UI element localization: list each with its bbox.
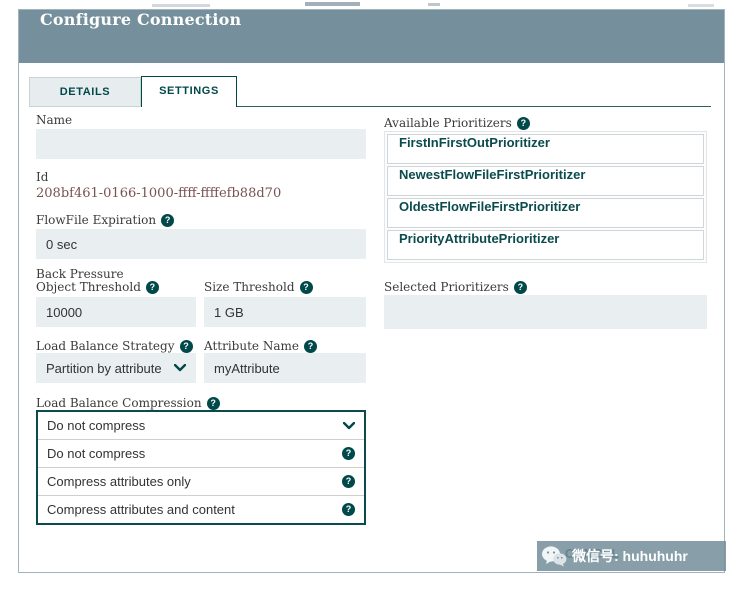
help-icon[interactable]: ? — [517, 117, 530, 130]
size-threshold-label: Size Threshold ? — [204, 280, 313, 294]
object-threshold-input[interactable] — [36, 297, 196, 327]
help-icon[interactable]: ? — [161, 214, 174, 227]
page: Configure Connection DETAILS SETTINGS Na… — [0, 0, 746, 591]
combo-option-compress-attributes-only[interactable]: Compress attributes only ? — [38, 467, 364, 495]
flowfile-expiration-input[interactable] — [36, 229, 366, 259]
help-icon[interactable]: ? — [207, 397, 220, 410]
load-balance-compression-label: Load Balance Compression ? — [36, 396, 220, 410]
help-icon[interactable]: ? — [342, 503, 355, 516]
available-prioritizers-label: Available Prioritizers ? — [384, 116, 530, 130]
clipped-background-text — [688, 4, 714, 7]
watermark: 微信号: huhuhuhr — [537, 541, 726, 571]
help-icon[interactable]: ? — [180, 340, 193, 353]
chevron-down-icon — [343, 422, 355, 430]
prioritizer-item[interactable]: FirstInFirstOutPrioritizer — [387, 134, 704, 164]
help-icon[interactable]: ? — [342, 475, 355, 488]
name-label: Name — [36, 113, 72, 127]
help-icon[interactable]: ? — [304, 340, 317, 353]
clipped-background-text — [428, 3, 440, 6]
size-threshold-input[interactable] — [204, 297, 366, 327]
back-pressure-group-label: Back Pressure — [36, 267, 124, 281]
selected-prioritizers-dropzone[interactable] — [384, 295, 707, 329]
load-balance-strategy-select[interactable]: Partition by attribute — [36, 353, 196, 383]
dialog-title: Configure Connection — [19, 10, 724, 29]
available-prioritizers-list: FirstInFirstOutPrioritizer NewestFlowFil… — [384, 131, 707, 263]
wechat-icon — [541, 545, 567, 567]
id-value: 208bf461-0166-1000-ffff-ffffefb88d70 — [36, 186, 281, 201]
help-icon[interactable]: ? — [342, 447, 355, 460]
prioritizer-item[interactable]: PriorityAttributePrioritizer — [387, 230, 704, 260]
configure-connection-dialog: Configure Connection DETAILS SETTINGS Na… — [18, 9, 725, 573]
name-input[interactable] — [36, 129, 366, 159]
load-balance-strategy-label: Load Balance Strategy ? — [36, 339, 193, 353]
tab-settings[interactable]: SETTINGS — [141, 76, 237, 107]
help-icon[interactable]: ? — [146, 281, 159, 294]
prioritizer-item[interactable]: NewestFlowFileFirstPrioritizer — [387, 166, 704, 196]
combo-option-compress-attributes-and-content[interactable]: Compress attributes and content ? — [38, 495, 364, 523]
flowfile-expiration-label: FlowFile Expiration ? — [36, 213, 174, 227]
selected-prioritizers-label: Selected Prioritizers ? — [384, 280, 527, 294]
prioritizer-item[interactable]: OldestFlowFileFirstPrioritizer — [387, 198, 704, 228]
watermark-text: 微信号: huhuhuhr — [572, 546, 688, 566]
dialog-header: Configure Connection — [19, 10, 724, 63]
object-threshold-label: Object Threshold ? — [36, 280, 159, 294]
tab-details[interactable]: DETAILS — [29, 77, 141, 107]
help-icon[interactable]: ? — [514, 281, 527, 294]
clipped-background-text — [305, 2, 360, 6]
help-icon[interactable]: ? — [300, 281, 313, 294]
combo-selected-value[interactable]: Do not compress — [38, 412, 364, 439]
tab-bar: DETAILS SETTINGS — [29, 76, 237, 107]
load-balance-compression-combo: Do not compress Do not compress ? Compre… — [36, 410, 366, 525]
attribute-name-label: Attribute Name ? — [204, 339, 317, 353]
attribute-name-input[interactable] — [204, 353, 366, 383]
chevron-down-icon — [174, 364, 186, 372]
id-label: Id — [36, 170, 48, 184]
tab-bar-underline — [237, 106, 711, 107]
combo-option-do-not-compress[interactable]: Do not compress ? — [38, 439, 364, 467]
clipped-background-text — [152, 4, 210, 7]
